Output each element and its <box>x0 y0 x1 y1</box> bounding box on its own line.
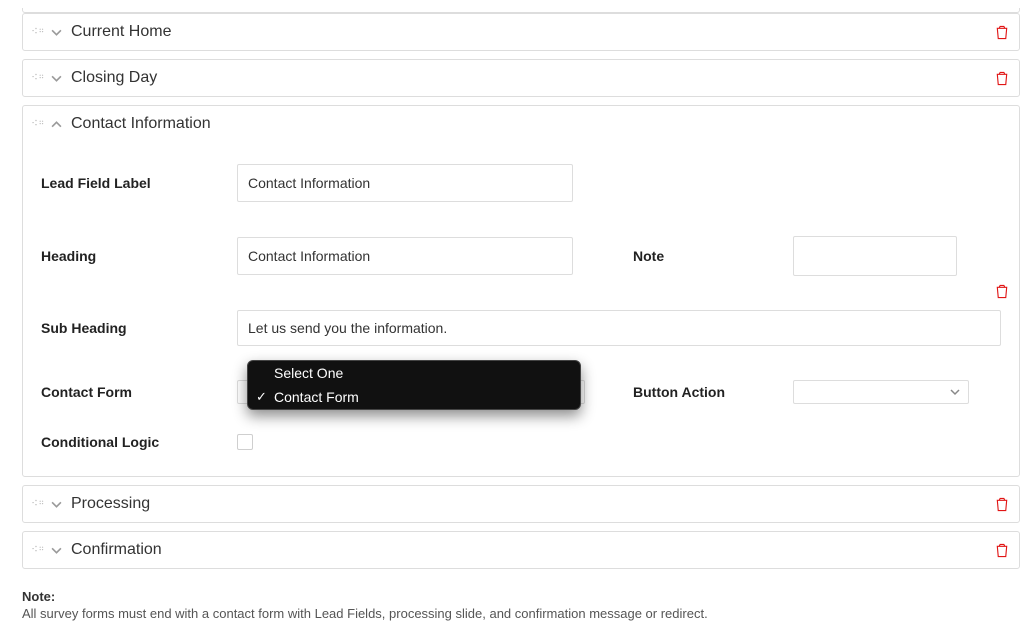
trash-icon[interactable] <box>995 497 1009 512</box>
heading-input[interactable] <box>237 237 573 275</box>
conditional-logic-checkbox[interactable] <box>237 434 253 450</box>
section-row-confirmation: Confirmation <box>22 531 1020 569</box>
contact-form-dropdown: Select One Contact Form <box>247 360 581 410</box>
dropdown-option-contact-form[interactable]: Contact Form <box>248 385 580 409</box>
trash-icon[interactable] <box>995 543 1009 558</box>
chevron-down-icon[interactable] <box>47 545 65 556</box>
lead-field-label-label: Lead Field Label <box>41 175 237 191</box>
footer-note-text: All survey forms must end with a contact… <box>22 606 1020 621</box>
dropdown-option-select-one[interactable]: Select One <box>248 361 580 385</box>
drag-handle-icon[interactable] <box>31 116 45 130</box>
section-title: Processing <box>71 495 150 513</box>
section-row-closing-day: Closing Day <box>22 59 1020 97</box>
chevron-down-icon[interactable] <box>47 27 65 38</box>
chevron-down-icon <box>950 387 960 397</box>
section-row-processing: Processing <box>22 485 1020 523</box>
note-input[interactable] <box>793 236 957 276</box>
conditional-logic-label: Conditional Logic <box>41 434 237 450</box>
heading-label: Heading <box>41 248 237 264</box>
section-title: Contact Information <box>71 115 211 133</box>
sub-heading-label: Sub Heading <box>41 320 237 336</box>
chevron-up-icon[interactable] <box>47 119 65 130</box>
footer-note: Note: All survey forms must end with a c… <box>22 589 1020 621</box>
section-row-contact-information: Contact Information Lead Field Label Hea… <box>22 105 1020 477</box>
note-label: Note <box>633 248 793 264</box>
button-action-label: Button Action <box>633 384 793 400</box>
drag-handle-icon[interactable] <box>31 542 45 556</box>
lead-field-label-input[interactable] <box>237 164 573 202</box>
contact-form-label: Contact Form <box>41 384 237 400</box>
sub-heading-input[interactable] <box>237 310 1001 346</box>
trash-icon[interactable] <box>995 71 1009 86</box>
chevron-down-icon[interactable] <box>47 499 65 510</box>
section-title: Closing Day <box>71 69 157 87</box>
drag-handle-icon[interactable] <box>31 70 45 84</box>
trash-icon[interactable] <box>995 25 1009 40</box>
chevron-down-icon[interactable] <box>47 73 65 84</box>
section-title: Current Home <box>71 23 171 41</box>
drag-handle-icon[interactable] <box>31 24 45 38</box>
section-row-current-home: Current Home <box>22 13 1020 51</box>
footer-note-heading: Note: <box>22 589 1020 604</box>
button-action-select[interactable] <box>793 380 969 404</box>
section-title: Confirmation <box>71 541 162 559</box>
drag-handle-icon[interactable] <box>31 496 45 510</box>
